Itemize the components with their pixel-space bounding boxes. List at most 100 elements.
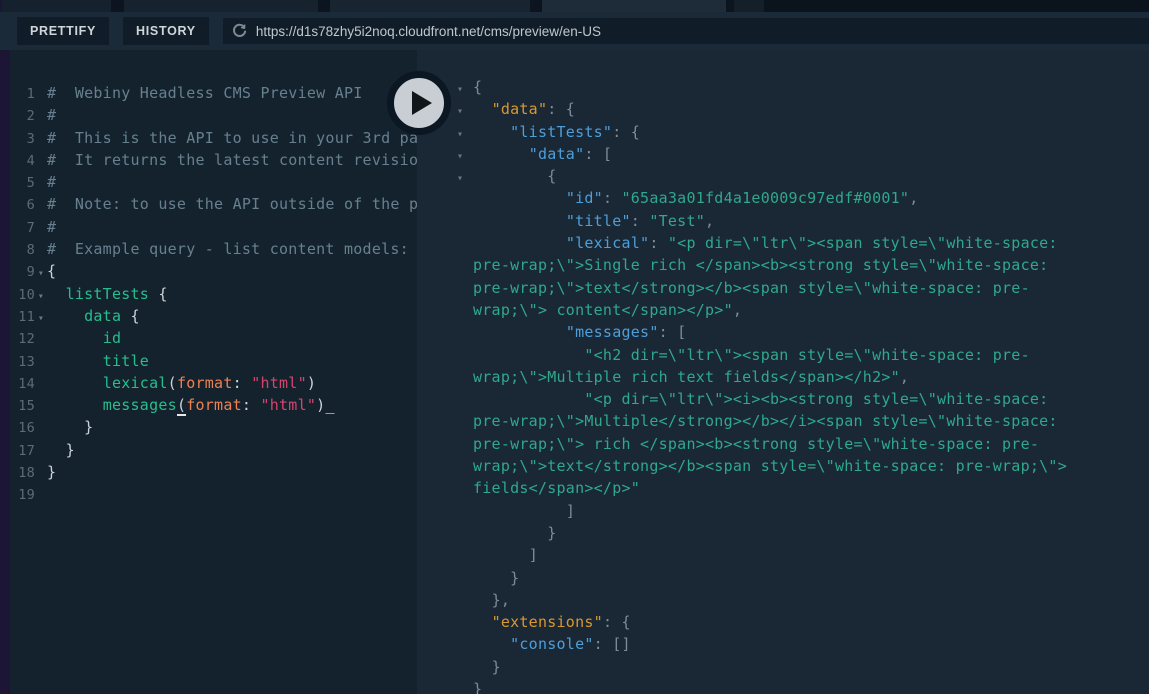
code-text: #	[47, 218, 56, 236]
code-text: id	[47, 329, 121, 347]
code-text: "<p dir=\"ltr\"><i><b><strong style=\"wh…	[473, 390, 1048, 408]
code-text: "listTests": {	[473, 123, 640, 141]
code-text: ]	[473, 546, 538, 564]
code-text: pre-wrap;\">Multiple</strong></b></i><sp…	[473, 412, 1058, 430]
code-text: # Webiny Headless CMS Preview API	[47, 84, 363, 102]
play-icon	[412, 91, 432, 115]
code-text: # This is the API to use in your 3rd pa	[47, 129, 417, 147]
code-text: }	[473, 680, 482, 694]
code-line: wrap;\"> content</span></p>",	[417, 299, 1149, 321]
code-line: 2#	[10, 104, 417, 126]
code-text: "data": {	[473, 100, 575, 118]
code-line: 12 id	[10, 327, 417, 349]
code-text: "lexical": "<p dir=\"ltr\"><span style=\…	[473, 234, 1058, 252]
code-text: "id": "65aa3a01fd4a1e0009c97edf#0001",	[473, 189, 919, 207]
code-line: pre-wrap;\"> rich </span><b><strong styl…	[417, 433, 1149, 455]
code-line: "extensions": {	[417, 611, 1149, 633]
code-text: "data": [	[473, 145, 612, 163]
code-line: ▾{	[417, 76, 1149, 98]
code-line: 3 # This is the API to use in your 3rd pa	[10, 127, 417, 149]
code-line: pre-wrap;\">Multiple</strong></b></i><sp…	[417, 410, 1149, 432]
code-line: 15 messages(format: "html")_	[10, 394, 417, 416]
line-number: 1	[10, 83, 35, 105]
prettify-button[interactable]: PRETTIFY	[17, 17, 109, 45]
tab[interactable]	[124, 0, 318, 12]
line-number: 6	[10, 194, 35, 216]
code-text: messages(format: "html")_	[47, 396, 335, 414]
code-text: # Example query - list content models:	[47, 240, 409, 258]
code-line: }	[417, 678, 1149, 694]
code-line: }	[417, 567, 1149, 589]
code-line: "<h2 dir=\"ltr\"><span style=\"white-spa…	[417, 344, 1149, 366]
tab[interactable]	[330, 0, 530, 12]
code-line: }	[417, 522, 1149, 544]
line-number: 11	[10, 306, 35, 328]
line-number: 8	[10, 239, 35, 261]
code-text: }	[47, 463, 56, 481]
code-line: "lexical": "<p dir=\"ltr\"><span style=\…	[417, 232, 1149, 254]
code-line: "<p dir=\"ltr\"><i><b><strong style=\"wh…	[417, 388, 1149, 410]
page-background-strip	[0, 50, 10, 694]
code-text: fields</span></p>"	[473, 479, 640, 497]
code-text: lexical(format: "html")	[47, 374, 316, 392]
code-line: 8 # Example query - list content models:	[10, 238, 417, 260]
prettify-refresh-icon	[231, 23, 248, 40]
code-line: ▾ "listTests": {	[417, 121, 1149, 143]
line-number: 5	[10, 172, 35, 194]
code-line: 11▾ data {	[10, 305, 417, 327]
tab-bar-empty	[764, 0, 1149, 12]
url-bar	[223, 18, 1149, 44]
code-text: {	[473, 78, 482, 96]
code-text: "title": "Test",	[473, 212, 714, 230]
code-line: "messages": [	[417, 321, 1149, 343]
code-text: # Note: to use the API outside of the pl	[47, 195, 417, 213]
code-line: 4# It returns the latest content revisio…	[10, 149, 417, 171]
graphiql-toolbar: PRETTIFY HISTORY	[0, 12, 1149, 50]
line-number: 13	[10, 351, 35, 373]
code-text: # It returns the latest content revision	[47, 151, 417, 169]
line-number: 7	[10, 217, 35, 239]
code-text: }	[47, 441, 75, 459]
code-line: 13 title	[10, 350, 417, 372]
code-text: #	[47, 173, 56, 191]
code-text: "messages": [	[473, 323, 686, 341]
code-line: 16 }	[10, 416, 417, 438]
code-line: 6 # Note: to use the API outside of the p…	[10, 193, 417, 215]
line-number: 15	[10, 395, 35, 417]
code-line: ]	[417, 500, 1149, 522]
query-editor[interactable]: 1 # Webiny Headless CMS Preview API 2#3 # T…	[10, 50, 417, 694]
code-text: }	[473, 658, 501, 676]
code-text: }	[473, 524, 557, 542]
code-text: pre-wrap;\">Single rich </span><b><stron…	[473, 256, 1048, 274]
code-line: "title": "Test",	[417, 210, 1149, 232]
code-line: },	[417, 589, 1149, 611]
execute-query-button[interactable]	[387, 71, 451, 135]
code-line: pre-wrap;\">Single rich </span><b><stron…	[417, 254, 1149, 276]
line-number: 19	[10, 484, 35, 506]
code-text: data {	[47, 307, 140, 325]
endpoint-url-input[interactable]	[256, 24, 1141, 39]
code-text: title	[47, 352, 149, 370]
code-text: pre-wrap;\">text</strong></b><span style…	[473, 279, 1030, 297]
line-number: 12	[10, 328, 35, 350]
code-line: fields</span></p>"	[417, 477, 1149, 499]
line-number: 18	[10, 462, 35, 484]
line-number: 17	[10, 440, 35, 462]
code-text: {	[47, 262, 56, 280]
code-text: wrap;\">text</strong></b><span style=\"w…	[473, 457, 1067, 475]
tab[interactable]	[542, 0, 726, 12]
line-number: 3	[10, 128, 35, 150]
code-line: 1 # Webiny Headless CMS Preview API	[10, 82, 417, 104]
tab[interactable]	[734, 0, 764, 12]
code-line: ]	[417, 544, 1149, 566]
history-button[interactable]: HISTORY	[123, 17, 209, 45]
tab[interactable]	[2, 0, 111, 12]
code-text: pre-wrap;\"> rich </span><b><strong styl…	[473, 435, 1039, 453]
code-line: 10▾ listTests {	[10, 283, 417, 305]
code-text: wrap;\"> content</span></p>",	[473, 301, 742, 319]
code-line: ▾ "data": {	[417, 98, 1149, 120]
tab-strip	[0, 0, 1149, 12]
code-text: },	[473, 591, 510, 609]
code-text: ]	[473, 502, 575, 520]
code-line: wrap;\">text</strong></b><span style=\"w…	[417, 455, 1149, 477]
